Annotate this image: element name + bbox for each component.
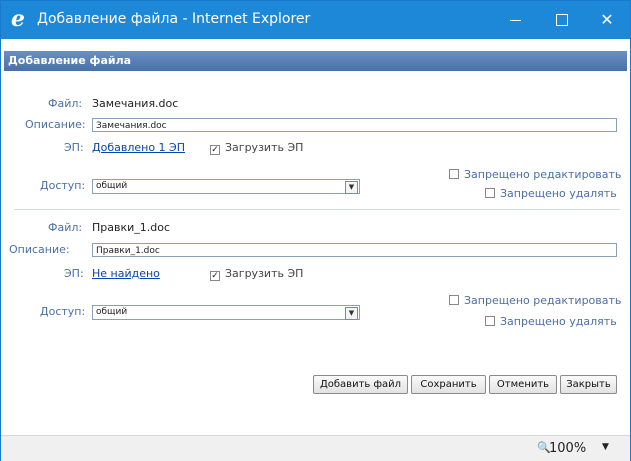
description-label: Описание: [9,243,70,256]
ie-window: e Добавление файла - Internet Explorer ✕… [0,0,631,461]
forbid-edit-checkbox[interactable]: Запрещено редактировать [449,168,621,181]
divider [14,209,620,210]
file-label: Файл: [48,97,83,110]
access-label: Доступ: [40,305,86,318]
file-name: Замечания.doc [92,97,179,110]
access-value: общий [96,181,128,191]
dialog-header: Добавление файла [4,51,627,71]
checkbox-icon [449,169,459,179]
access-label: Доступ: [40,179,86,192]
close-window-button[interactable]: ✕ [584,1,630,39]
description-input[interactable]: Замечания.doc [92,118,617,132]
forbid-edit-label: Запрещено редактировать [464,168,622,181]
signature-link[interactable]: Не найдено [92,267,160,280]
file-label: Файл: [48,221,83,234]
close-icon: ✕ [600,10,614,29]
forbid-delete-checkbox[interactable]: Запрещено удалять [485,315,617,328]
forbid-delete-label: Запрещено удалять [500,187,617,200]
signature-label: ЭП: [64,141,84,154]
access-select[interactable]: общий ▼ [92,179,360,194]
upload-signature-checkbox[interactable]: ✓ Загрузить ЭП [210,267,303,281]
title-bar: e Добавление файла - Internet Explorer ✕ [1,1,630,39]
save-button[interactable]: Сохранить [411,375,486,394]
maximize-icon [556,14,568,26]
checkbox-icon [485,316,495,326]
checkbox-icon [449,295,459,305]
close-button[interactable]: Закрыть [560,375,617,394]
signature-label: ЭП: [64,267,84,280]
status-bar: 🔍 100% ▼ [1,435,630,461]
signature-link[interactable]: Добавлено 1 ЭП [92,141,185,154]
checkbox-checked-icon: ✓ [210,145,220,155]
upload-signature-label: Загрузить ЭП [225,267,304,280]
forbid-edit-checkbox[interactable]: Запрещено редактировать [449,294,621,307]
files-panel: Файл: Замечания.doc Описание: Замечания.… [4,71,627,371]
upload-signature-label: Загрузить ЭП [225,141,304,154]
checkbox-icon [485,188,495,198]
access-value: общий [96,307,128,317]
chevron-down-icon: ▼ [345,307,358,320]
zoom-dropdown-icon[interactable]: ▼ [602,442,609,452]
add-file-button[interactable]: Добавить файл [313,375,408,394]
upload-signature-checkbox[interactable]: ✓ Загрузить ЭП [210,141,303,155]
chevron-down-icon: ▼ [345,181,358,194]
file-name: Правки_1.doc [92,221,171,234]
maximize-button[interactable] [539,1,585,39]
minimize-icon [510,20,521,21]
forbid-edit-label: Запрещено редактировать [464,294,622,307]
window-title: Добавление файла - Internet Explorer [37,11,311,27]
access-select[interactable]: общий ▼ [92,305,360,320]
cancel-button[interactable]: Отменить [489,375,557,394]
checkbox-checked-icon: ✓ [210,271,220,281]
minimize-button[interactable] [493,1,539,39]
ie-logo-icon: e [11,6,25,32]
forbid-delete-checkbox[interactable]: Запрещено удалять [485,187,617,200]
description-input[interactable]: Правки_1.doc [92,243,617,257]
description-label: Описание: [25,118,86,131]
zoom-level[interactable]: 100% [549,441,586,456]
forbid-delete-label: Запрещено удалять [500,315,617,328]
